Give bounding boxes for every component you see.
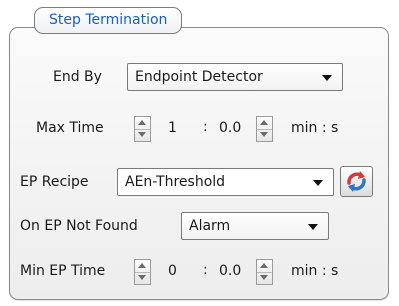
- panel-title: Step Termination: [34, 7, 183, 34]
- min-ep-time-unit: min : s: [291, 263, 339, 279]
- spin-down-icon[interactable]: [135, 272, 150, 284]
- refresh-icon: [347, 171, 366, 192]
- on-ep-not-found-dropdown[interactable]: Alarm: [181, 212, 329, 240]
- max-time-seconds-value[interactable]: 0.0: [219, 120, 241, 136]
- min-ep-time-label: Min EP Time: [20, 263, 106, 279]
- min-ep-time-seconds-spinner[interactable]: [256, 259, 273, 285]
- max-time-seconds-spinner[interactable]: [256, 116, 273, 142]
- chevron-down-icon: [308, 224, 318, 230]
- chevron-down-icon: [322, 75, 332, 81]
- min-ep-time-minutes-value[interactable]: 0: [168, 263, 177, 279]
- max-time-unit: min : s: [291, 120, 339, 136]
- ep-recipe-dropdown[interactable]: AEn-Threshold: [117, 168, 334, 196]
- spin-down-icon[interactable]: [257, 272, 272, 284]
- spin-down-icon[interactable]: [257, 129, 272, 141]
- spin-down-icon[interactable]: [135, 129, 150, 141]
- ep-recipe-label: EP Recipe: [20, 174, 89, 190]
- min-ep-time-seconds-value[interactable]: 0.0: [219, 263, 241, 279]
- min-ep-time-separator: :: [203, 262, 208, 278]
- max-time-minutes-spinner[interactable]: [134, 116, 151, 142]
- min-ep-time-minutes-spinner[interactable]: [134, 259, 151, 285]
- end-by-label: End By: [53, 69, 102, 85]
- chevron-down-icon: [313, 180, 323, 186]
- on-ep-not-found-value: Alarm: [189, 218, 231, 234]
- end-by-value: Endpoint Detector: [135, 69, 263, 85]
- on-ep-not-found-label: On EP Not Found: [20, 218, 138, 234]
- max-time-label: Max Time: [36, 120, 104, 136]
- max-time-minutes-value[interactable]: 1: [168, 120, 177, 136]
- ep-recipe-value: AEn-Threshold: [125, 174, 226, 190]
- refresh-recipe-button[interactable]: [340, 166, 373, 197]
- end-by-dropdown[interactable]: Endpoint Detector: [127, 63, 343, 91]
- max-time-separator: :: [203, 119, 208, 135]
